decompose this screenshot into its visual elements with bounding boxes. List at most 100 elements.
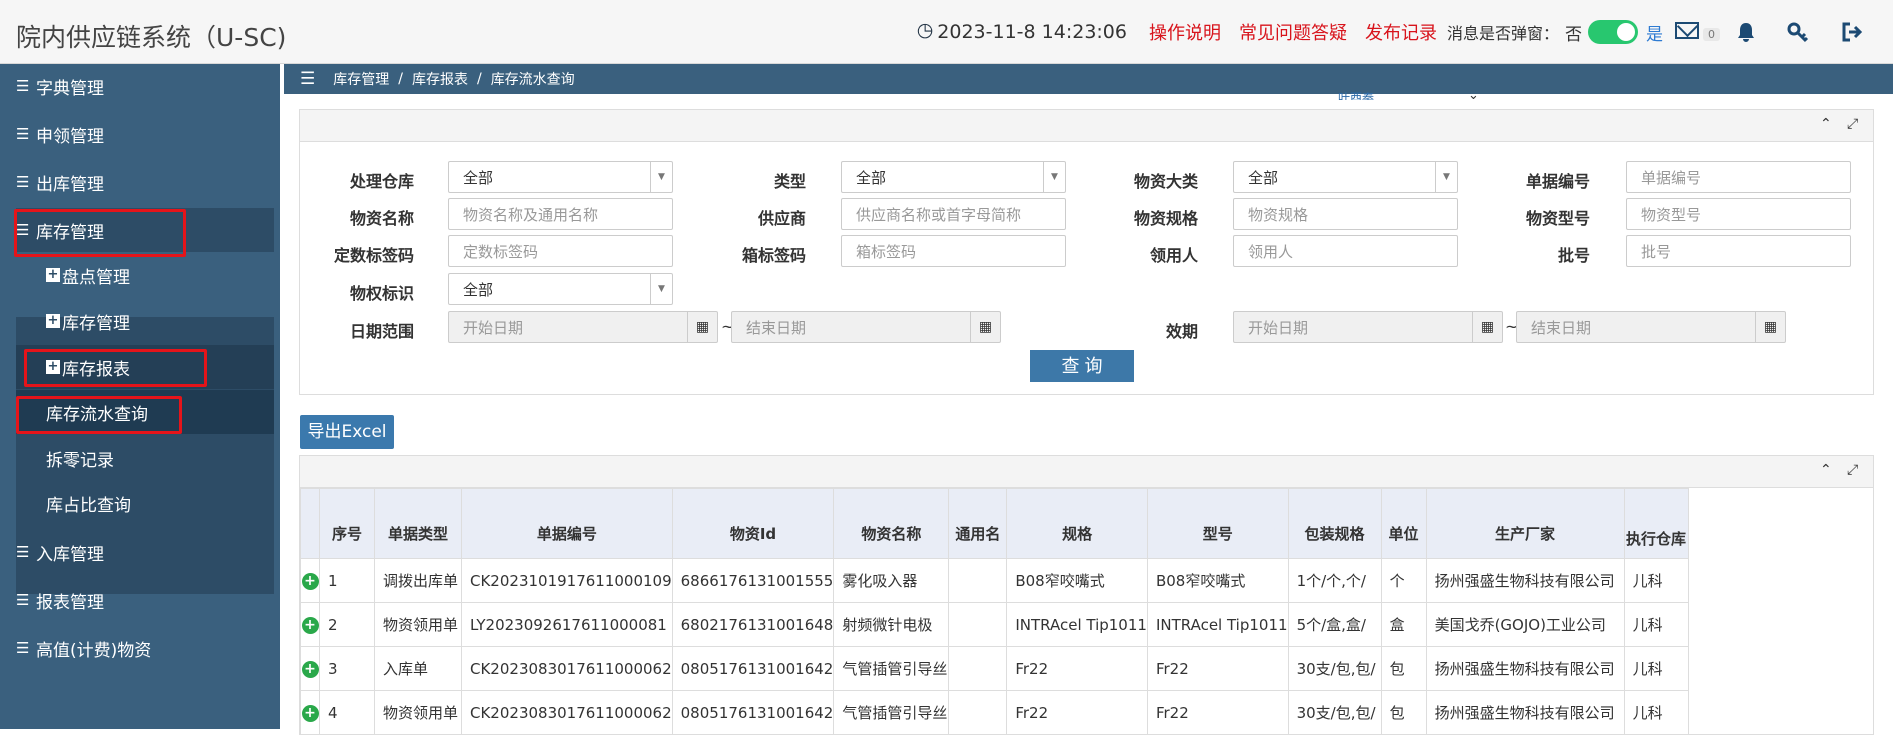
fixed-tag-input[interactable]: 定数标签码 bbox=[448, 235, 673, 267]
start-date-input[interactable]: 开始日期 ▦ bbox=[448, 311, 718, 343]
table-cell bbox=[948, 646, 1008, 691]
menu-reports[interactable]: ☰ 报表管理 bbox=[16, 578, 274, 622]
link-release-notes[interactable]: 发布记录 bbox=[1365, 19, 1437, 45]
breadcrumb-item[interactable]: 库存报表 bbox=[412, 69, 468, 89]
column-header: 执行仓库 bbox=[1623, 488, 1689, 559]
batch-input[interactable]: 批号 bbox=[1626, 235, 1851, 267]
end-date-input[interactable]: 结束日期 ▦ bbox=[731, 311, 1001, 343]
breadcrumb-current: 库存流水查询 bbox=[490, 72, 575, 88]
bell-icon[interactable] bbox=[1735, 21, 1757, 43]
table-cell: 盒 bbox=[1380, 602, 1427, 647]
submenu-inventory-report[interactable]: + 库存报表 bbox=[16, 345, 274, 389]
doc-number-input[interactable]: 单据编号 bbox=[1626, 161, 1851, 193]
menu-high-value[interactable]: ☰ 高值(计费)物资 bbox=[16, 626, 274, 670]
warehouse-select[interactable]: 全部 ▼ bbox=[448, 161, 673, 193]
type-select[interactable]: 全部 ▼ bbox=[841, 161, 1066, 193]
expiry-start-input[interactable]: 开始日期 ▦ bbox=[1233, 311, 1503, 343]
table-cell: 5个/盒,盒/ bbox=[1287, 602, 1382, 647]
table-cell: 包 bbox=[1380, 646, 1427, 691]
submenu-inventory-flow-query[interactable]: 库存流水查询 bbox=[16, 390, 274, 434]
link-faq[interactable]: 常见问题答疑 bbox=[1239, 19, 1347, 45]
calendar-icon[interactable]: ▦ bbox=[1755, 312, 1785, 342]
key-icon[interactable] bbox=[1787, 21, 1811, 43]
table-cell: 包 bbox=[1380, 690, 1427, 734]
chevron-down-icon: ▼ bbox=[1435, 162, 1457, 192]
label-box-tag: 箱标签码 bbox=[741, 246, 806, 265]
menu-requisition[interactable]: ☰ 申领管理 bbox=[16, 112, 274, 156]
export-excel-button[interactable]: 导出Excel bbox=[300, 415, 394, 449]
sidebar: ☰ 字典管理 ☰ 申领管理 ☰ 出库管理 ☰ 库存管理 + 盘点管理 + 库存管理 + 库存报… bbox=[0, 64, 280, 729]
table-cell: 扬州强盛生物科技有限公司 bbox=[1425, 690, 1625, 734]
table-cell: 2 bbox=[319, 602, 375, 647]
label-receiver: 领用人 bbox=[1149, 246, 1198, 265]
add-circle-icon[interactable]: + bbox=[301, 617, 319, 634]
table-cell bbox=[948, 602, 1008, 647]
table-cell: INTRAcel Tip1011 bbox=[1146, 602, 1289, 647]
column-header: 单据类型 bbox=[374, 488, 462, 559]
table-cell: 6866176131001555 bbox=[671, 558, 835, 603]
calendar-icon[interactable]: ▦ bbox=[1472, 312, 1502, 342]
expiry-end-input[interactable]: 结束日期 ▦ bbox=[1516, 311, 1786, 343]
list-icon: ☰ bbox=[16, 543, 30, 561]
table-row[interactable]: +1 调拨出库单 CK2023101917611000109 686617613100… bbox=[300, 558, 1689, 603]
receiver-input[interactable]: 领用人 bbox=[1233, 235, 1458, 267]
submenu-stocktake[interactable]: + 盘点管理 bbox=[16, 253, 274, 297]
link-operation-guide[interactable]: 操作说明 bbox=[1149, 19, 1221, 45]
table-cell: 扬州强盛生物科技有限公司 bbox=[1425, 558, 1625, 603]
toggle-knob bbox=[1617, 23, 1635, 41]
row-expand-cell[interactable]: + bbox=[300, 690, 320, 734]
label-warehouse: 处理仓库 bbox=[349, 172, 414, 191]
column-header: 生产厂家 bbox=[1425, 488, 1625, 559]
table-row[interactable]: +3 入库单 CK2023083017611000062 08051761310016… bbox=[300, 646, 1689, 691]
submenu-split-records[interactable]: 拆零记录 bbox=[16, 436, 274, 480]
menu-inbound[interactable]: ☰ 入库管理 bbox=[16, 530, 274, 574]
breadcrumb-item[interactable]: 库存管理 bbox=[333, 69, 389, 89]
row-expand-cell[interactable]: + bbox=[300, 646, 320, 691]
table-cell: 1 bbox=[319, 558, 375, 603]
expand-icon[interactable]: ⤢ bbox=[1847, 116, 1858, 132]
popup-toggle[interactable] bbox=[1588, 20, 1638, 44]
table-cell: Fr22 bbox=[1006, 690, 1148, 734]
spec-input[interactable]: 物资规格 bbox=[1233, 198, 1458, 230]
table-row[interactable]: +2 物资领用单 LY2023092617611000081 680217613100… bbox=[300, 602, 1689, 647]
table-row[interactable]: +4 物资领用单 CK2023083017611000062 080517613100… bbox=[300, 690, 1689, 734]
column-header: 通用名 bbox=[948, 488, 1008, 559]
submenu-inventory-management[interactable]: + 库存管理 bbox=[16, 299, 274, 343]
plus-icon: + bbox=[46, 267, 60, 282]
search-button[interactable]: 查 询 bbox=[1030, 350, 1134, 382]
collapse-icon[interactable]: ⌃ bbox=[1820, 116, 1832, 132]
label-supplier: 供应商 bbox=[757, 209, 806, 228]
menu-outbound[interactable]: ☰ 出库管理 bbox=[16, 160, 274, 204]
add-circle-icon[interactable]: + bbox=[301, 705, 319, 722]
menu-dictionary[interactable]: ☰ 字典管理 bbox=[16, 64, 274, 108]
hamburger-icon[interactable]: ☰ bbox=[300, 69, 315, 89]
category-select[interactable]: 全部 ▼ bbox=[1233, 161, 1458, 193]
model-input[interactable]: 物资型号 bbox=[1626, 198, 1851, 230]
logout-icon[interactable] bbox=[1841, 21, 1863, 43]
table-cell: 扬州强盛生物科技有限公司 bbox=[1425, 646, 1625, 691]
menu-inventory[interactable]: ☰ 库存管理 bbox=[16, 208, 274, 252]
list-icon: ☰ bbox=[16, 639, 30, 657]
mail-icon[interactable]: 0 bbox=[1675, 21, 1720, 43]
column-header bbox=[300, 488, 320, 559]
table-cell: B08窄咬嘴式 bbox=[1146, 558, 1289, 603]
add-circle-icon[interactable]: + bbox=[301, 661, 319, 678]
collapse-icon[interactable]: ⌃ bbox=[1820, 462, 1832, 478]
plus-icon: + bbox=[46, 359, 60, 374]
row-expand-cell[interactable]: + bbox=[300, 558, 320, 603]
label-category: 物资大类 bbox=[1133, 172, 1198, 191]
chevron-down-icon: ⌄ bbox=[1468, 88, 1479, 103]
ownership-select[interactable]: 全部 ▼ bbox=[448, 273, 673, 305]
calendar-icon[interactable]: ▦ bbox=[687, 312, 717, 342]
box-tag-input[interactable]: 箱标签码 bbox=[841, 235, 1066, 267]
supplier-input[interactable]: 供应商名称或首字母简称 bbox=[841, 198, 1066, 230]
material-name-input[interactable]: 物资名称及通用名称 bbox=[448, 198, 673, 230]
row-expand-cell[interactable]: + bbox=[300, 602, 320, 647]
table-cell: 0805176131001642 bbox=[671, 690, 835, 734]
submenu-occupancy-query[interactable]: 库占比查询 bbox=[16, 481, 274, 525]
table-cell: LY2023092617611000081 bbox=[461, 602, 673, 647]
expand-icon[interactable]: ⤢ bbox=[1847, 462, 1858, 478]
add-circle-icon[interactable]: + bbox=[301, 573, 319, 590]
calendar-icon[interactable]: ▦ bbox=[970, 312, 1000, 342]
table-cell: 物资领用单 bbox=[374, 690, 462, 734]
